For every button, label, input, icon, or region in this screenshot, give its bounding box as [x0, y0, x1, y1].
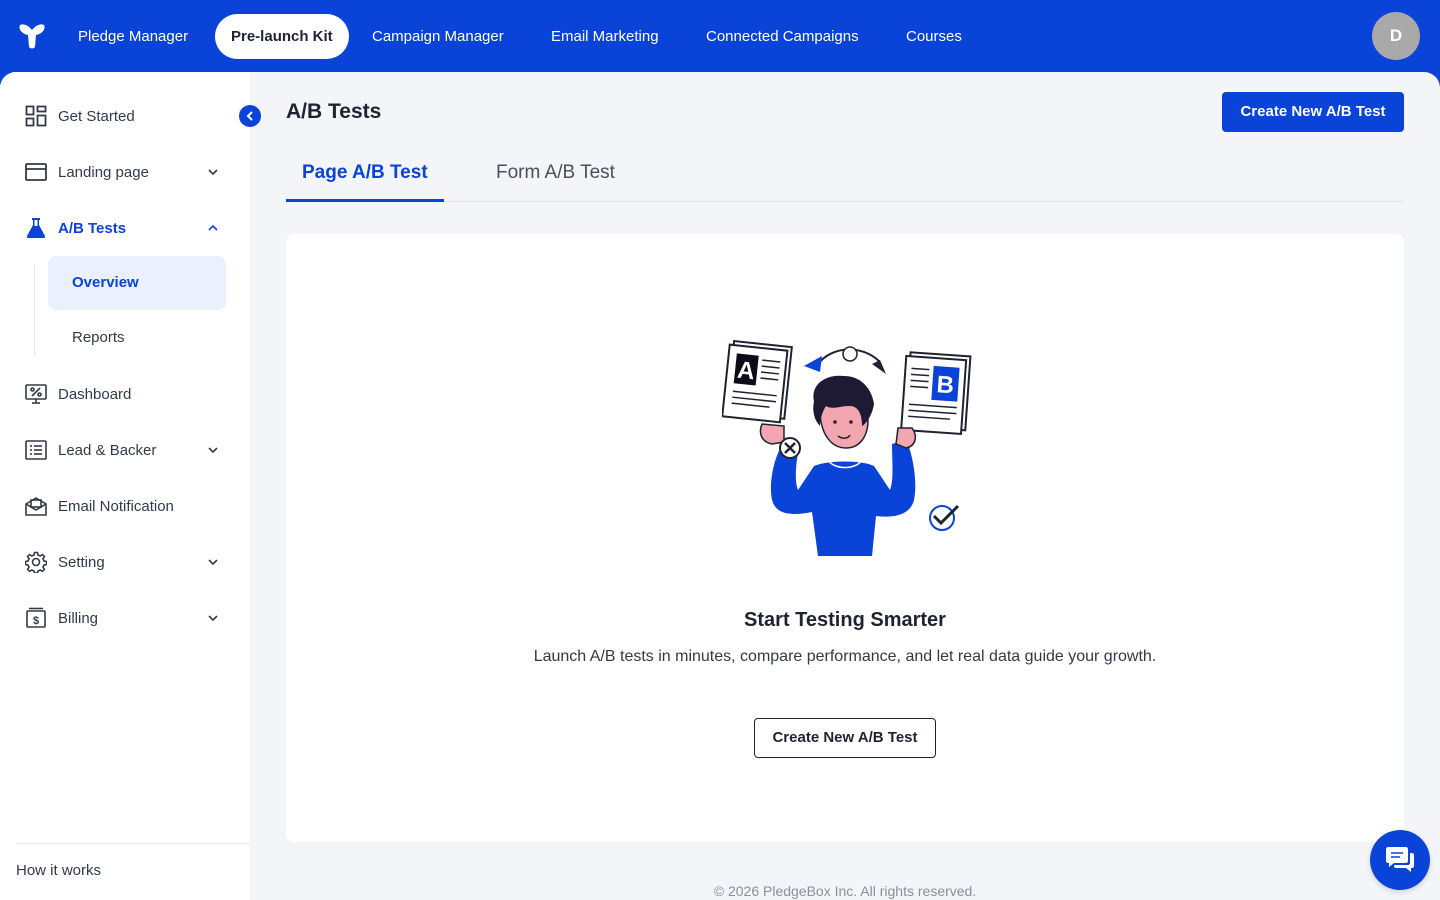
nav-pledge-manager[interactable]: Pledge Manager — [62, 14, 204, 59]
chevron-down-icon — [208, 559, 218, 566]
svg-text:$: $ — [33, 615, 39, 627]
submenu-guide-line — [34, 264, 35, 356]
sidebar-item-email-notification[interactable]: Email Notification — [16, 486, 226, 526]
page-footer: © 2026 PledgeBox Inc. All rights reserve… — [713, 883, 977, 899]
user-avatar[interactable]: D — [1372, 12, 1420, 60]
empty-state-description: Launch A/B tests in minutes, compare per… — [533, 648, 1157, 665]
nav-pre-launch-kit[interactable]: Pre-launch Kit — [215, 14, 349, 59]
pledgebox-logo-icon[interactable] — [18, 23, 46, 49]
sidebar-item-label: Lead & Backer — [58, 441, 157, 459]
monitor-percent-icon — [24, 382, 48, 406]
dollar-bill-icon: $ — [24, 606, 48, 630]
ab-test-person-illustration: A B — [722, 340, 972, 556]
sidebar-item-label: A/B Tests — [58, 219, 127, 237]
collapse-sidebar-button[interactable] — [239, 105, 261, 127]
sidebar-item-setting[interactable]: Setting — [16, 542, 226, 582]
sidebar-item-label: Landing page — [58, 163, 149, 181]
sidebar-subitem-overview[interactable]: Overview — [48, 256, 226, 310]
envelope-icon — [24, 494, 48, 518]
empty-state-title: Start Testing Smarter — [744, 609, 946, 631]
sidebar-item-ab-tests[interactable]: A/B Tests — [16, 208, 226, 248]
list-icon — [24, 438, 48, 462]
svg-text:A: A — [736, 357, 756, 386]
sidebar: Get Started Landing page A/B Tests Overv — [0, 72, 250, 900]
sidebar-item-label: Get Started — [58, 107, 135, 125]
sidebar-item-billing[interactable]: $ Billing — [16, 598, 226, 638]
chevron-up-icon — [208, 224, 218, 231]
empty-state-card: A B Start Testing Smarter Launch A/B tes… — [286, 234, 1404, 842]
chevron-down-icon — [208, 615, 218, 622]
sidebar-item-get-started[interactable]: Get Started — [16, 96, 226, 136]
chevron-down-icon — [208, 169, 218, 176]
sidebar-item-label: Setting — [58, 553, 105, 571]
top-navigation-bar: Pledge Manager Pre-launch Kit Campaign M… — [0, 0, 1440, 72]
sidebar-item-label: Email Notification — [58, 497, 174, 515]
tab-form-ab-test[interactable]: Form A/B Test — [480, 162, 631, 202]
browser-window-icon — [24, 160, 48, 184]
tab-page-ab-test[interactable]: Page A/B Test — [286, 162, 444, 202]
nav-campaign-manager[interactable]: Campaign Manager — [356, 14, 520, 59]
nav-connected-campaigns[interactable]: Connected Campaigns — [690, 14, 875, 59]
main-panel: Get Started Landing page A/B Tests Overv — [0, 72, 1440, 900]
gear-icon — [24, 550, 48, 574]
sidebar-divider — [16, 843, 250, 844]
chat-support-button[interactable] — [1370, 830, 1430, 890]
empty-state-create-button[interactable]: Create New A/B Test — [754, 718, 936, 758]
sidebar-item-landing-page[interactable]: Landing page — [16, 152, 226, 192]
sidebar-item-label: Dashboard — [58, 385, 132, 403]
chevron-left-icon — [246, 111, 253, 121]
sidebar-subitem-reports[interactable]: Reports — [48, 311, 226, 365]
nav-email-marketing[interactable]: Email Marketing — [535, 14, 675, 59]
sidebar-item-dashboard[interactable]: Dashboard — [16, 374, 226, 414]
how-it-works-link[interactable]: How it works — [16, 862, 101, 879]
tabs-divider — [286, 201, 1404, 202]
create-ab-test-button[interactable]: Create New A/B Test — [1222, 92, 1404, 132]
grid-icon — [24, 104, 48, 128]
svg-text:B: B — [936, 371, 955, 399]
nav-courses[interactable]: Courses — [890, 14, 978, 59]
sidebar-item-lead-backer[interactable]: Lead & Backer — [16, 430, 226, 470]
page-title: A/B Tests — [286, 100, 382, 123]
chevron-down-icon — [208, 447, 218, 454]
chat-bubble-icon — [1386, 847, 1414, 872]
sidebar-item-label: Billing — [58, 609, 99, 627]
flask-icon — [24, 216, 48, 240]
